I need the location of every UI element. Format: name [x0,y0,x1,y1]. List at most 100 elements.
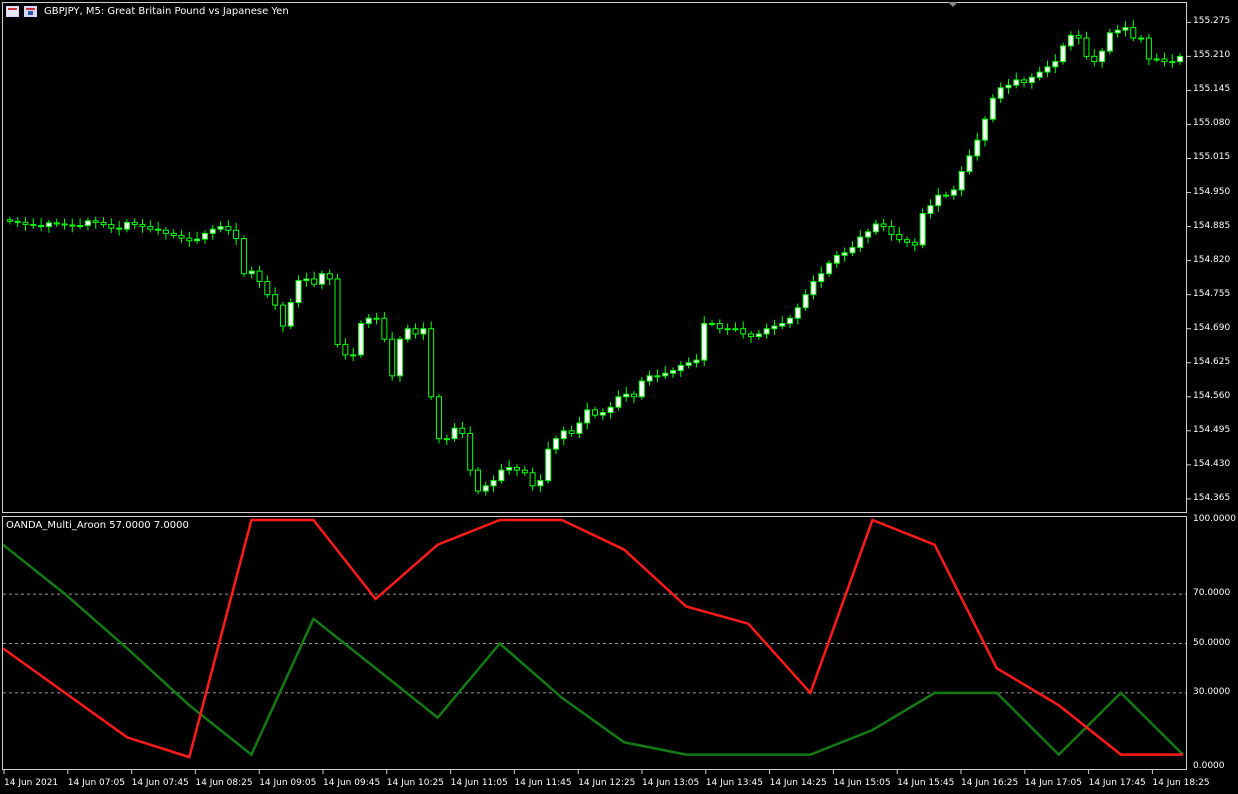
candle [1036,66,1043,81]
candle [1169,54,1176,68]
time-tick-label: 14 Jun 08:25 [195,778,253,788]
candle [693,353,700,368]
candle [139,219,146,233]
candle [123,219,130,233]
candle [880,218,887,232]
candle [45,219,52,233]
aroon-up-line [2,543,1184,757]
time-tick-label: 14 Jun 07:05 [67,778,125,788]
candle [709,320,716,327]
candle [69,218,76,233]
time-tick-label: 14 Jun 13:45 [705,778,763,788]
candle [701,316,708,367]
candle [178,230,185,243]
candle [841,247,848,262]
candle [256,265,263,288]
price-tick-label: 154.820 [1193,254,1231,265]
candle [1114,24,1121,38]
candle [30,218,37,229]
price-tick-label: 155.145 [1193,84,1231,95]
chart-shift-marker[interactable] [948,2,958,7]
candle [22,217,29,231]
candle [404,324,411,343]
candle [77,218,84,230]
candle [904,236,911,248]
candle [615,390,622,411]
price-tick-label: 154.690 [1193,322,1231,333]
candle [662,365,669,379]
candle [84,217,91,231]
candle [1091,49,1098,67]
candle [506,460,513,475]
candle [513,464,520,477]
indicator-title: OANDA_Multi_Aroon 57.0000 7.0000 [6,520,189,531]
candle [982,116,989,147]
candle [1106,28,1113,55]
candle [911,238,918,252]
candle [1161,52,1168,67]
chart-canvas[interactable] [0,0,1238,794]
candle [592,406,598,419]
candle [1075,30,1082,45]
time-tick-label: 14 Jun 2021 [4,778,59,788]
time-tick-label: 14 Jun 09:05 [259,778,317,788]
candle [420,322,427,341]
candle [155,221,162,235]
candle [584,402,591,430]
candle [381,311,388,343]
candle [147,220,154,233]
candle [14,217,21,228]
candle [1005,78,1012,95]
candle [1138,34,1145,43]
price-tick-label: 155.210 [1193,50,1231,61]
candle [108,218,115,233]
candle [654,369,661,383]
time-tick-label: 14 Jun 10:25 [386,778,444,788]
candle [365,314,372,329]
candle [818,266,825,288]
time-tick-label: 14 Jun 11:45 [514,778,572,788]
candle [61,218,68,230]
time-tick-label: 14 Jun 07:45 [131,778,189,788]
candle [131,218,138,230]
candle [225,220,232,235]
indicator-tick-label: 30.0000 [1193,686,1231,697]
indicator-tick-label: 50.0000 [1193,637,1231,648]
candle [935,187,942,212]
candle [38,218,45,232]
candle [209,225,216,240]
candle [576,416,583,439]
candle [357,320,364,359]
time-tick-label: 14 Jun 11:05 [450,778,508,788]
candle [568,425,575,437]
candle [1021,76,1028,88]
candle [638,376,645,400]
candle [740,321,747,339]
candle [162,227,169,240]
candle [537,474,544,493]
candle [217,221,224,233]
candle [53,218,60,228]
candle [974,132,981,161]
chart-window-icon [6,6,19,17]
indicator-tick-label: 0.0000 [1193,761,1225,771]
candle [857,229,864,253]
candle [474,466,481,495]
candle [264,275,271,298]
price-tick-label: 154.560 [1193,390,1231,401]
time-tick-label: 14 Jun 14:25 [769,778,827,788]
symbol-flag-icon [24,6,37,17]
time-tick-label: 14 Jun 09:45 [323,778,381,788]
candle [240,235,247,277]
candle [1099,47,1106,68]
price-tick-label: 154.885 [1193,220,1231,231]
candle [989,94,996,123]
candle [451,422,458,442]
candle [373,312,380,325]
candle [279,301,286,333]
candle [755,329,762,340]
candle [521,465,528,476]
candle [685,357,692,369]
time-tick-label: 14 Jun 17:45 [1088,778,1146,788]
candle [849,241,856,256]
